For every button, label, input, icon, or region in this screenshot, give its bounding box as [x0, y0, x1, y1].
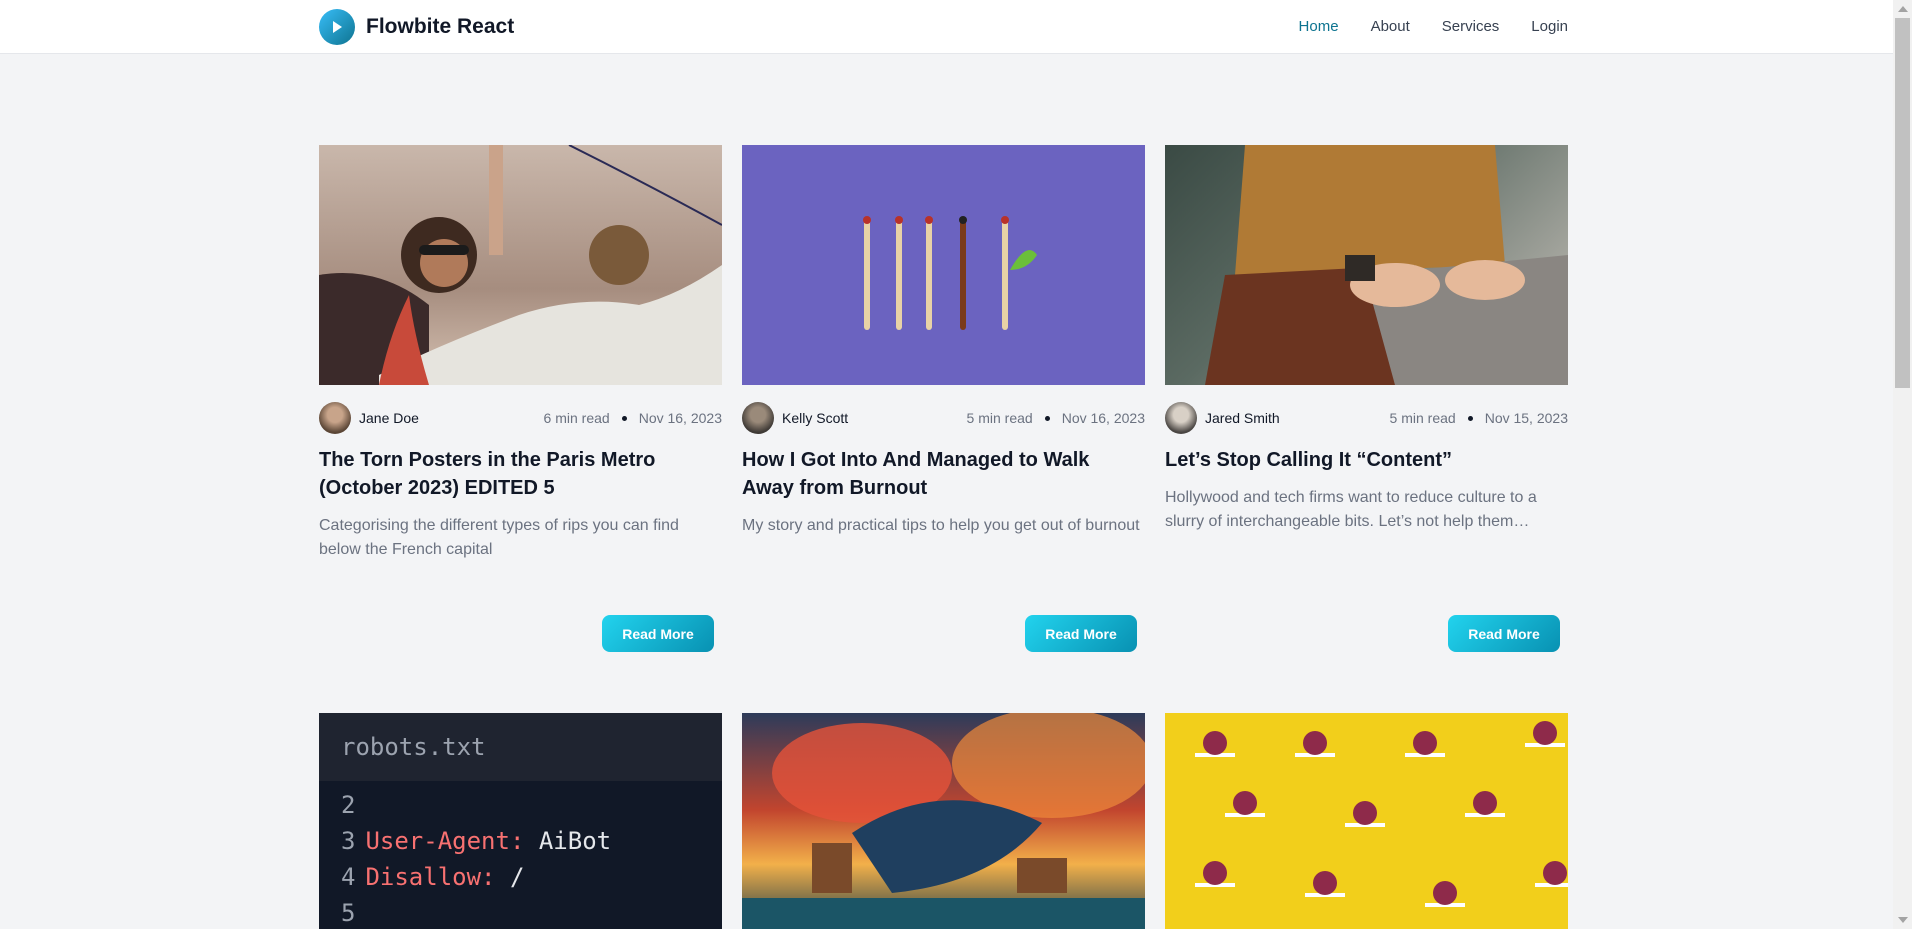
post-date: Nov 16, 2023: [638, 410, 722, 426]
line-number: 5: [341, 899, 356, 927]
post-stats: 5 min read Nov 15, 2023: [1390, 410, 1568, 426]
post-card: [1165, 713, 1568, 929]
post-meta: Jared Smith 5 min read Nov 15, 2023: [1165, 402, 1568, 434]
author-name[interactable]: Jane Doe: [359, 410, 419, 426]
post-date: Nov 16, 2023: [1061, 410, 1145, 426]
code-value: AiBot: [524, 827, 612, 855]
nav-link-login[interactable]: Login: [1531, 18, 1568, 35]
post-description: My story and practical tips to help you …: [742, 517, 1140, 534]
navbar: Flowbite React Home About Services Login: [0, 0, 1893, 54]
post-stats: 5 min read Nov 16, 2023: [967, 410, 1145, 426]
read-time: 5 min read: [1389, 410, 1456, 426]
scrollbar[interactable]: [1893, 0, 1912, 929]
read-more-button[interactable]: Read More: [1025, 615, 1137, 652]
post-title[interactable]: How I Got Into And Managed to Walk Away …: [742, 446, 1145, 502]
post-card: Jane Doe 6 min read Nov 16, 2023 The Tor…: [319, 145, 722, 562]
post-card: robots.txt 2 3 User-Agent: AiBot 4 Disallo…: [319, 713, 722, 929]
post-card: Jared Smith 5 min read Nov 15, 2023 Let’…: [1165, 145, 1568, 534]
code-block: 2 3 User-Agent: AiBot 4 Disallow: / 5: [319, 781, 722, 929]
post-description: Categorising the different types of rips…: [319, 517, 679, 558]
author-name[interactable]: Kelly Scott: [782, 410, 848, 426]
code-line: 2: [341, 787, 700, 823]
line-number: 3: [341, 827, 356, 855]
read-time: 5 min read: [966, 410, 1033, 426]
post-image[interactable]: [319, 145, 722, 385]
post-image[interactable]: [742, 713, 1145, 929]
post-meta: Kelly Scott 5 min read Nov 16, 2023: [742, 402, 1145, 434]
separator-dot: [621, 415, 627, 421]
code-line: 4 Disallow: /: [341, 859, 700, 895]
scrollbar-thumb[interactable]: [1895, 18, 1910, 388]
nav-link-home[interactable]: Home: [1299, 18, 1339, 35]
post-date: Nov 15, 2023: [1484, 410, 1568, 426]
code-key: User-Agent:: [365, 827, 525, 855]
line-number: 4: [341, 863, 356, 891]
post-image[interactable]: [1165, 713, 1568, 929]
post-title[interactable]: The Torn Posters in the Paris Metro (Oct…: [319, 446, 722, 502]
avatar[interactable]: [319, 402, 351, 434]
code-filename: robots.txt: [319, 713, 722, 781]
scroll-up-arrow-icon[interactable]: [1898, 6, 1908, 12]
separator-dot: [1467, 415, 1473, 421]
separator-dot: [1044, 415, 1050, 421]
nav-link-about[interactable]: About: [1371, 18, 1410, 35]
code-line: 5: [341, 895, 700, 929]
code-line: 3 User-Agent: AiBot: [341, 823, 700, 859]
post-description: Hollywood and tech firms want to reduce …: [1165, 489, 1537, 530]
post-image[interactable]: robots.txt 2 3 User-Agent: AiBot 4 Disallo…: [319, 713, 722, 929]
avatar[interactable]: [1165, 402, 1197, 434]
post-title[interactable]: Let’s Stop Calling It “Content”: [1165, 446, 1568, 474]
code-value: /: [495, 863, 525, 891]
scroll-down-arrow-icon[interactable]: [1898, 917, 1908, 923]
post-stats: 6 min read Nov 16, 2023: [544, 410, 722, 426]
post-card: Kelly Scott 5 min read Nov 16, 2023 How …: [742, 145, 1145, 538]
nav-link-services[interactable]: Services: [1442, 18, 1500, 35]
nav-links: Home About Services Login: [1299, 18, 1568, 35]
brand[interactable]: Flowbite React: [319, 9, 514, 45]
read-more-button[interactable]: Read More: [1448, 615, 1560, 652]
avatar[interactable]: [742, 402, 774, 434]
flowbite-logo-icon: [319, 9, 355, 45]
line-number: 2: [341, 791, 356, 819]
post-image[interactable]: [742, 145, 1145, 385]
post-image[interactable]: [1165, 145, 1568, 385]
post-card: [742, 713, 1145, 929]
brand-name: Flowbite React: [366, 15, 515, 38]
read-time: 6 min read: [543, 410, 610, 426]
post-meta: Jane Doe 6 min read Nov 16, 2023: [319, 402, 722, 434]
code-key: Disallow:: [365, 863, 496, 891]
author-name[interactable]: Jared Smith: [1205, 410, 1280, 426]
read-more-button[interactable]: Read More: [602, 615, 714, 652]
